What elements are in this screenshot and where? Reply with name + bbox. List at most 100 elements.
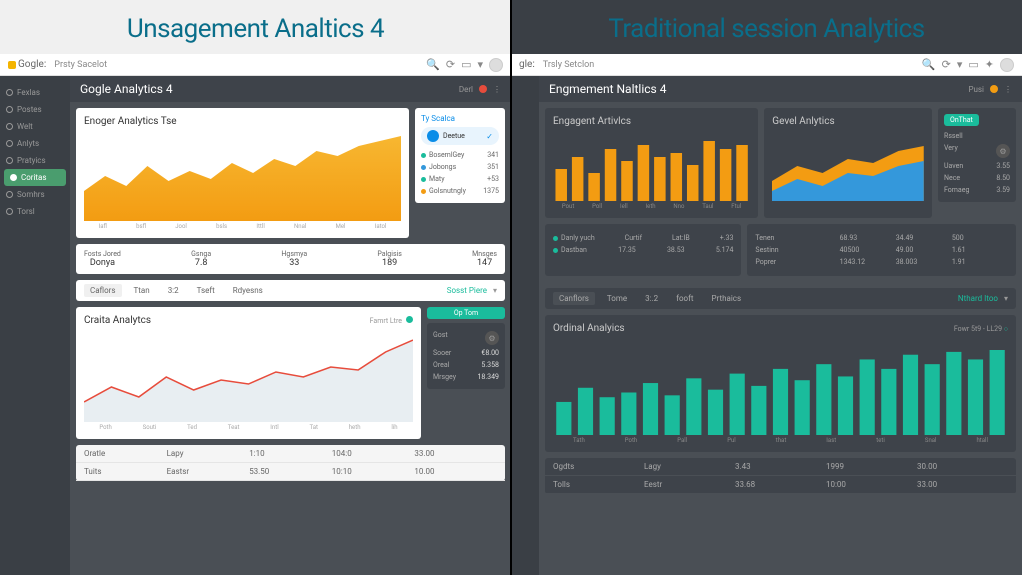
sidebar	[511, 76, 539, 575]
toolbar: Canflors Tome 3:.2 fooft Prthaics Nthard Itoo…	[545, 288, 1016, 309]
metrics-bar: Fosts JoredDonyaGsnga7.8Hgsmya33Palgisis…	[76, 244, 505, 274]
sidebar: FexlasPostesWeltAnlytsPratyicsCoritasSom…	[0, 76, 70, 575]
browser-bar: Gogle: Prsty Sacelot 🔍 ⟳ ▭ ▾	[0, 54, 511, 76]
stat-line: Oreal5.358	[433, 359, 499, 371]
action-pill[interactable]: Op Tom	[427, 307, 505, 319]
toolbar-item[interactable]: Rdyesns	[227, 284, 269, 297]
browser-bar: gle: Trsly Setclon 🔍 ⟳ ▾ ▭ ✦	[511, 54, 1022, 76]
sidebar-item[interactable]: Welt	[0, 118, 70, 135]
sidebar-item[interactable]: Torsl	[0, 203, 70, 220]
avatar[interactable]	[1000, 58, 1014, 72]
more-icon[interactable]: ⋮	[493, 85, 501, 94]
sidebar-item[interactable]: Anlyts	[0, 135, 70, 152]
lower-title: Ordinal Analyics	[553, 323, 625, 334]
tab-label[interactable]: Prsty Sacelot	[54, 60, 107, 70]
side-stats-panel: Ty Scalca Deetue✓ BosemlGey341Jobongs351…	[415, 108, 505, 203]
stat-line: Tenen68.9334.49500	[755, 232, 1008, 244]
side-panel-title: Ty Scalca	[421, 114, 499, 123]
brand-logo: gle:	[519, 59, 535, 70]
stat-line: BosemlGey341	[421, 149, 499, 161]
refresh-icon[interactable]: ⟳	[942, 58, 951, 71]
toolbar-item[interactable]: 3:.2	[639, 292, 664, 305]
toolbar-item[interactable]: fooft	[670, 292, 699, 305]
stat-line: Maty+53	[421, 173, 499, 185]
top-chart-panel: Enoger Analytics Tse IaflbsflJoolbslsItt…	[76, 108, 409, 238]
metric: Mnsges147	[472, 250, 497, 268]
stat-line: Very⚙	[944, 142, 1010, 160]
stat-line: Mrsgey18.349	[433, 371, 499, 383]
toolbar: CaflorsTtan3:2TseftRdyesnsSosst Piere▾	[76, 280, 505, 301]
data-table: OratleLapy1:10104:033.00TuitsEastsr53.50…	[76, 445, 505, 481]
bell-icon[interactable]: ▾	[957, 58, 963, 71]
lower-subtitle: Fowr 5t9 - LL29 ○	[954, 325, 1008, 333]
bar-chart-panel: Engagent Artivlcs PoutPollIellIethNnoTau…	[545, 108, 758, 218]
avatar[interactable]	[489, 58, 503, 72]
toolbar-item[interactable]: Ttan	[128, 284, 156, 297]
lower-subtitle: Famrt Ltre	[370, 316, 413, 325]
refresh-icon[interactable]: ⟳	[446, 58, 455, 71]
sidebar-item[interactable]: Pratyics	[0, 152, 70, 169]
tab-label[interactable]: Trsly Setclon	[543, 60, 594, 70]
lower-bar-panel: Ordinal Analyics Fowr 5t9 - LL29 ○ TathP…	[545, 315, 1016, 452]
stat-line: Sooer€8.00	[433, 347, 499, 359]
search-icon[interactable]: 🔍	[922, 58, 936, 71]
badge-row[interactable]: Deetue✓	[421, 127, 499, 145]
table-row: OgdtsLagy3.43199930.00	[545, 458, 1016, 476]
sidebar-item[interactable]: Somhrs	[0, 186, 70, 203]
stat-line: Jobongs351	[421, 161, 499, 173]
sidebar-item[interactable]: Fexlas	[0, 84, 70, 101]
toolbar-item[interactable]: Tome	[601, 292, 633, 305]
data-table: OgdtsLagy3.43199930.00TollsEestr33.6810:…	[545, 458, 1016, 494]
lower-title: Craita Analytcs	[84, 315, 151, 326]
stat-line: Golsnutngly1375	[421, 185, 499, 197]
panel-title: Enoger Analytics Tse	[84, 116, 401, 127]
stacked-area-chart	[772, 131, 924, 201]
toolbar-right[interactable]: Sosst Piere	[447, 286, 487, 295]
mid-right-panel: Tenen68.9334.49500Sestinn4050049.001.61P…	[747, 224, 1016, 276]
area-chart-panel: Gevel Anlytics	[764, 108, 932, 218]
table-row: OratleLapy1:10104:033.00	[76, 445, 505, 463]
metric: Hgsmya33	[281, 250, 307, 268]
stat-line: Poprer1343.1238.0031.91	[755, 256, 1008, 268]
stat-line: Rssell	[944, 130, 1010, 142]
brand-logo: Gogle:	[8, 59, 46, 70]
main-header: Gogle Analytics 4 Derl⋮	[70, 76, 511, 102]
lower-side-stats: Gost⚙Sooer€8.00Oreal5.358Mrsgey18.349	[427, 323, 505, 389]
panel-title: Engagent Artivlcs	[553, 116, 750, 127]
more-icon[interactable]: ⋮	[1004, 85, 1012, 94]
stat-line: Fomaeg3.59	[944, 184, 1010, 196]
stat-line: Danly yuchCurtifLat:IB+.33	[553, 232, 733, 244]
toolbar-item[interactable]: Caflors	[84, 284, 122, 297]
toolbar-item[interactable]: Prthaics	[706, 292, 748, 305]
toolbar-item[interactable]: 3:2	[162, 284, 185, 297]
stats-pill: OnThat	[944, 114, 979, 126]
area-chart	[84, 131, 401, 221]
doc-icon[interactable]: ▭	[461, 58, 471, 71]
sidebar-item[interactable]: Coritas	[4, 169, 66, 186]
bell-icon[interactable]: ▾	[477, 58, 483, 71]
sidebar-item[interactable]: Postes	[0, 101, 70, 118]
toolbar-item[interactable]: Canflors	[553, 292, 595, 305]
inbox-icon[interactable]: ▭	[968, 58, 978, 71]
status-dot	[990, 85, 998, 93]
right-heading: Traditional session Analytics	[511, 0, 1022, 54]
page-title: Engmement Naltlics 4	[549, 82, 666, 96]
stat-line: Uaven3.55	[944, 160, 1010, 172]
stat-line: Dastban17.3538.535.174	[553, 244, 733, 256]
toolbar-item[interactable]: Tseft	[191, 284, 221, 297]
metric: Fosts JoredDonya	[84, 250, 121, 268]
line-chart	[84, 332, 413, 422]
main-header: Engmement Naltlics 4 Pusi⋮	[539, 76, 1022, 102]
bar-chart	[553, 131, 750, 201]
stats-panel: OnThat RssellVery⚙Uaven3.55Nece8.50Fomae…	[938, 108, 1016, 202]
mid-left-panel: Danly yuchCurtifLat:IB+.33Dastban17.3538…	[545, 224, 741, 276]
gift-icon[interactable]: ✦	[985, 58, 994, 71]
lower-chart-panel: Craita Analytcs Famrt Ltre PothSoutiTedT…	[76, 307, 421, 439]
status-dot	[479, 85, 487, 93]
search-icon[interactable]: 🔍	[426, 58, 440, 71]
panel-title: Gevel Anlytics	[772, 116, 924, 127]
table-row: TollsEestr33.6810:0033.00	[545, 476, 1016, 494]
table-row: TuitsEastsr53.5010:1010.00	[76, 463, 505, 481]
toolbar-right[interactable]: Nthard Itoo	[958, 294, 998, 303]
bar-chart-lower	[553, 340, 1008, 435]
